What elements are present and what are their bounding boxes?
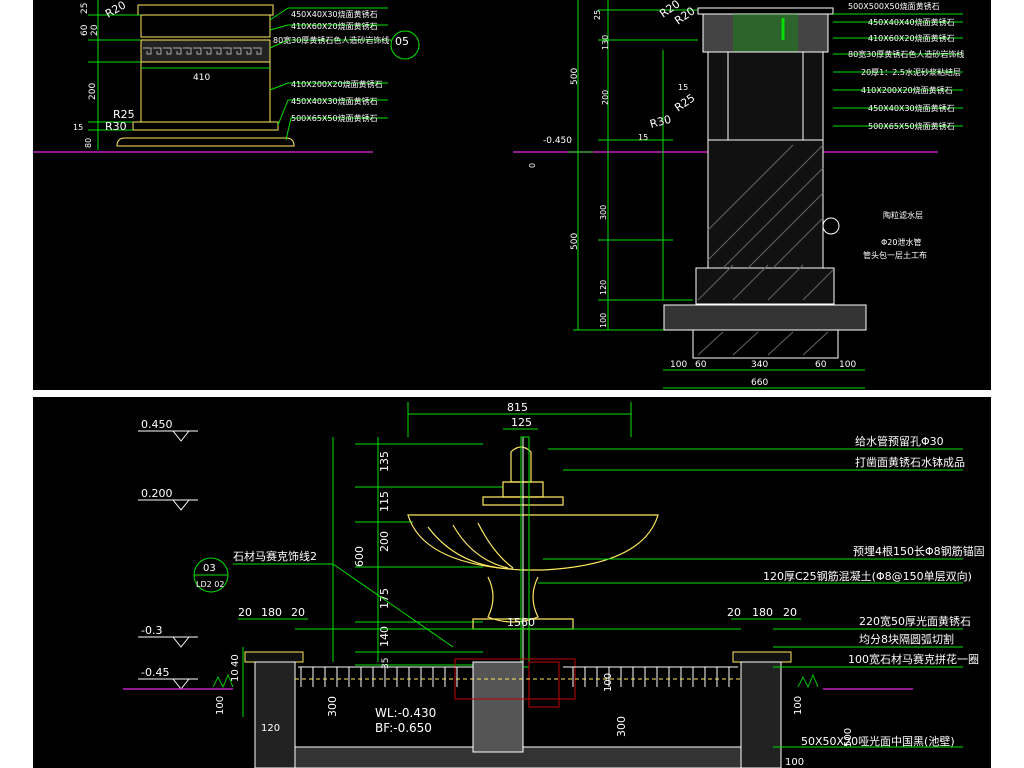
right-callout: 410X200X20烧面黄锈石: [861, 85, 953, 95]
right-callout: Φ20泄水管: [881, 237, 921, 247]
dim-label: 100: [599, 313, 608, 328]
pillar-section: [663, 7, 867, 359]
supply-pipe: [520, 436, 530, 668]
vertical-dim: 175: [378, 588, 391, 609]
basin-floor-label: BF:-0.650: [375, 721, 432, 735]
dim-label: 60: [80, 24, 90, 36]
dim-label: 15: [73, 123, 83, 132]
dim-label: 0: [528, 163, 537, 168]
small-dim: 100: [785, 757, 804, 768]
right-callout: 打凿面黄锈石水钵成品: [855, 455, 965, 469]
basin-width-dim: 1560: [507, 616, 535, 629]
radius-label: R30: [648, 113, 672, 131]
top-dim: 815: [507, 401, 528, 414]
dim-label: 500: [570, 68, 580, 85]
dim-label: 80: [84, 138, 93, 148]
bottom-dim: 60: [815, 360, 827, 370]
left-callout-leader: [332, 563, 454, 648]
fountain-elevation: [407, 446, 659, 630]
level-label: -0.450: [543, 136, 572, 146]
right-callout: 50X50X20哑光面中国黑(池壁): [801, 734, 955, 748]
dim-label: 200: [88, 83, 98, 100]
dim-label: 15: [678, 83, 688, 92]
right-dimension-chains: [568, 0, 698, 331]
level-label: 0.450: [141, 418, 173, 431]
level-label: -0.45: [141, 666, 169, 679]
level-markers: [138, 430, 198, 690]
bottom-dim: 340: [751, 360, 768, 370]
right-callout: 80宽30厚黄锈石色人造砂岩饰线: [848, 49, 964, 59]
left-callout: 410X200X20烧面黄锈石: [291, 79, 383, 89]
pool-dim: 180: [752, 606, 773, 619]
small-dim: 120: [261, 723, 280, 734]
vertical-dim: 600: [353, 546, 366, 567]
right-callout: 管头包一层土工布: [863, 250, 927, 260]
radius-label: R20: [103, 0, 128, 21]
dim-label: 25: [80, 3, 90, 14]
right-callout: 410X60X20烧面黄锈石: [868, 33, 955, 43]
right-callout: 100宽石材马赛克拼花一圈: [848, 652, 979, 666]
dim-label: 20: [90, 24, 100, 36]
bottom-dim: 60: [695, 360, 707, 370]
small-dim: 300: [326, 696, 339, 717]
dim-label: 130: [601, 35, 610, 50]
detail-tag-number: 03: [203, 563, 216, 574]
small-dim: 100: [793, 696, 804, 715]
detail-tag-ref: LD2 02: [196, 580, 224, 589]
right-callout: 500X65X50烧面黄锈石: [868, 121, 955, 131]
right-callout: 120厚C25钢筋混凝土(Φ8@150单层双向): [763, 569, 972, 583]
water-level-label: WL:-0.430: [375, 706, 436, 720]
left-callout: 450X40X30烧面黄锈石: [291, 9, 378, 19]
left-callout: 410X60X20烧面黄锈石: [291, 21, 378, 31]
right-callout: 450X40X40烧面黄锈石: [868, 17, 955, 27]
detail-tag-label: 05: [395, 35, 409, 48]
pool-dim: 180: [261, 606, 282, 619]
drain-symbol: [822, 217, 840, 235]
dim-label: 15: [638, 133, 648, 142]
small-dim: 100: [215, 696, 226, 715]
top-drawing-panel: 25 60 20 200 15 80 R20 R25 R30 410 450X4…: [33, 0, 991, 390]
right-callout: 500X500X50烧面黄锈石: [848, 1, 940, 11]
left-callout: 石材马赛克饰线2: [233, 549, 317, 563]
right-callout: 20厚1：2.5水泥砂浆粘结层: [861, 67, 961, 77]
bottom-dim: 100: [670, 360, 687, 370]
dim-label: 120: [599, 280, 608, 295]
vertical-dim: 115: [378, 491, 391, 512]
right-callout: 均分8块隔圆弧切割: [859, 632, 954, 646]
radius-label: R25: [672, 91, 697, 114]
bottom-drawing-panel: 0.450 0.200 -0.3 -0.45 815 125 135 115 2…: [33, 397, 991, 768]
top-dim: 125: [511, 416, 532, 429]
small-dim: 300: [615, 716, 628, 737]
vertical-dim: 200: [378, 531, 391, 552]
bottom-dim: 100: [839, 360, 856, 370]
small-dim: 40: [230, 654, 241, 667]
width-dim-label: 410: [193, 73, 210, 83]
dim-label: 500: [570, 233, 580, 250]
dim-label: 200: [601, 90, 610, 105]
right-callout: 450X40X30烧面黄锈石: [868, 103, 955, 113]
level-label: 0.200: [141, 487, 173, 500]
right-callout: 220宽50厚光面黄锈石: [859, 614, 971, 628]
bottom-total-dim: 660: [751, 378, 768, 388]
level-label: -0.3: [141, 624, 162, 637]
pool-dim: 20: [727, 606, 741, 619]
dim-label: 25: [593, 10, 602, 20]
pool-dim: 20: [783, 606, 797, 619]
pool-dim: 20: [291, 606, 305, 619]
radius-label: R30: [105, 120, 127, 133]
dim-label: 300: [599, 205, 608, 220]
right-callout: 给水管预留孔Φ30: [855, 434, 944, 448]
right-callout: 陶粒滤水层: [883, 210, 923, 220]
pool-dim: 20: [238, 606, 252, 619]
vertical-dim: 135: [378, 451, 391, 472]
top-drawing-svg: 25 60 20 200 15 80 R20 R25 R30 410 450X4…: [33, 0, 964, 389]
small-dim: 10: [230, 669, 241, 682]
left-callout: 500X65X50烧面黄锈石: [291, 113, 378, 123]
left-callout: 450X40X30烧面黄锈石: [291, 96, 378, 106]
small-dim: 100: [603, 673, 614, 692]
bottom-drawing-svg: 0.450 0.200 -0.3 -0.45 815 125 135 115 2…: [123, 401, 985, 768]
right-callout: 预埋4根150长Φ8钢筋锚固: [853, 544, 985, 558]
left-callout: 80宽30厚黄锈石色人造砂岩饰线: [273, 35, 389, 45]
